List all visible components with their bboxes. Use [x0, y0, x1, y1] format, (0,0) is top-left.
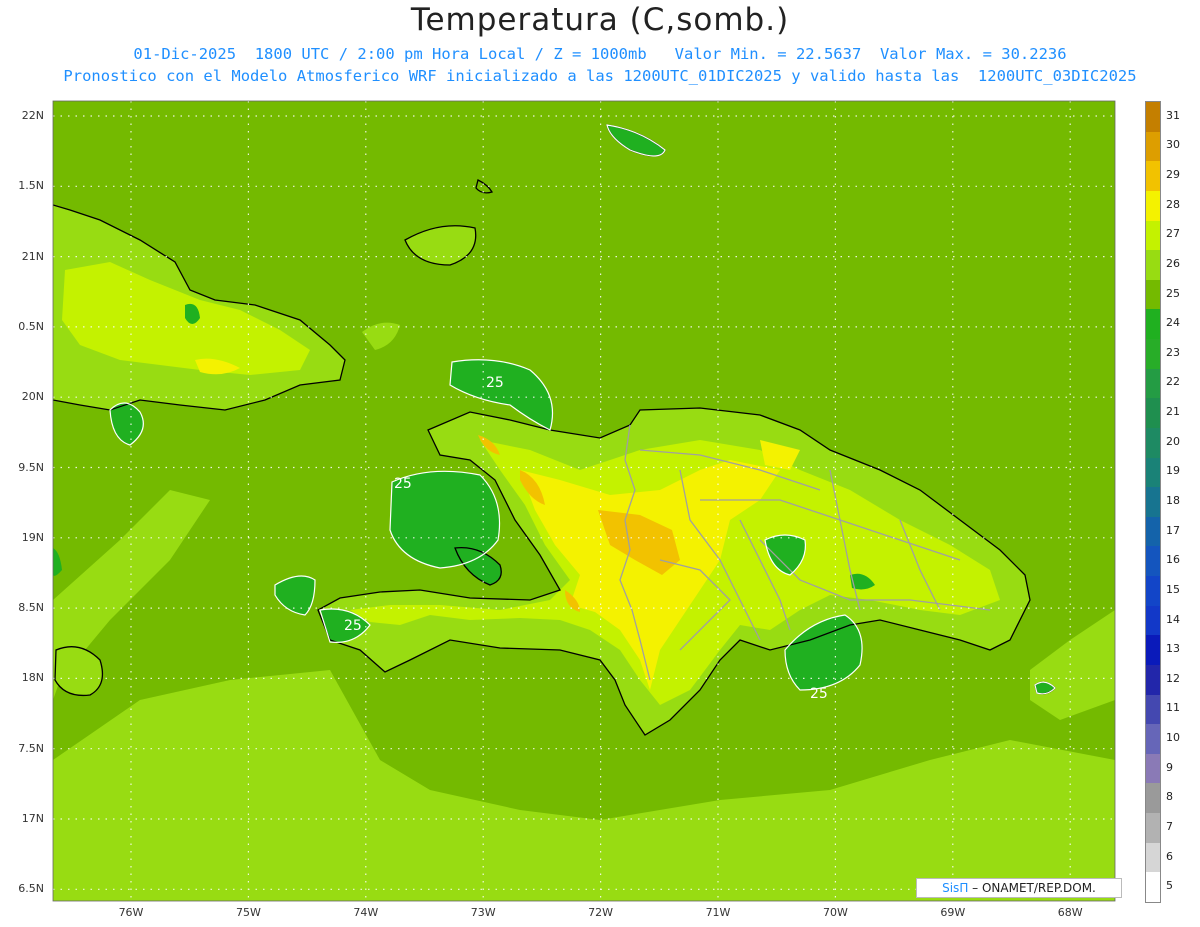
colorbar-label: 24: [1166, 316, 1180, 330]
colorbar-label: 6: [1166, 849, 1173, 863]
lon-label: 71W: [705, 906, 731, 919]
contour-label-1: 25: [486, 375, 504, 391]
lat-label: 22N: [21, 109, 44, 122]
colorbar-segment: [1146, 546, 1160, 577]
contour-label-3: 25: [344, 618, 362, 634]
colorbar-segment: [1146, 576, 1160, 607]
contour-label-4: 25: [810, 686, 828, 702]
colorbar-label: 22: [1166, 375, 1180, 389]
lon-label: 75W: [235, 906, 261, 919]
colorbar-segment: [1146, 161, 1160, 192]
credit-badge: SisΠ – ONAMET/REP.DOM.: [916, 878, 1122, 898]
colorbar-label: 29: [1166, 168, 1180, 182]
lat-label: 9.5N: [18, 460, 44, 474]
temperature-colorbar: [1145, 101, 1161, 903]
lat-label: 7.5N: [18, 741, 44, 755]
lon-label: 73W: [470, 906, 496, 919]
colorbar-label: 13: [1166, 642, 1180, 656]
colorbar-label: 8: [1166, 790, 1173, 804]
colorbar-label: 25: [1166, 286, 1180, 300]
colorbar-label: 15: [1166, 582, 1180, 596]
colorbar-segment: [1146, 131, 1160, 162]
colorbar-label: 10: [1166, 731, 1180, 745]
colorbar-segment: [1146, 753, 1160, 784]
lon-label: 69W: [940, 906, 966, 919]
colorbar-segment: [1146, 694, 1160, 725]
colorbar-label: 21: [1166, 405, 1180, 419]
colorbar-label: 20: [1166, 434, 1180, 448]
colorbar-segment: [1146, 664, 1160, 696]
colorbar-segment: [1146, 250, 1160, 281]
colorbar-segment: [1146, 842, 1160, 873]
colorbar-segment: [1146, 427, 1160, 459]
colorbar-segment: [1146, 190, 1160, 221]
credit-text: – ONAMET/REP.DOM.: [968, 881, 1096, 895]
colorbar-label: 26: [1166, 256, 1180, 270]
lat-label: 1.5N: [18, 179, 44, 193]
lon-label: 70W: [822, 906, 848, 919]
lat-label: 18N: [21, 671, 44, 685]
colorbar-label: 14: [1166, 612, 1180, 626]
colorbar-segment: [1146, 724, 1160, 755]
colorbar-segment: [1146, 487, 1160, 518]
colorbar-label: 7: [1166, 819, 1173, 833]
temperature-map: 25 25 25 25: [52, 100, 1116, 902]
contour-label-2: 25: [394, 476, 412, 492]
colorbar-label: 9: [1166, 760, 1173, 774]
map-title: Temperatura (C,somb.): [410, 2, 790, 38]
colorbar-segment: [1146, 605, 1160, 636]
colorbar-segment: [1146, 339, 1160, 370]
colorbar-segment: [1146, 102, 1160, 133]
colorbar-segment: [1146, 309, 1160, 340]
colorbar-label: 27: [1166, 227, 1180, 241]
colorbar-label: 31: [1166, 108, 1180, 122]
colorbar-label: 5: [1166, 879, 1173, 893]
lon-label: 72W: [588, 906, 614, 919]
colorbar-label: 17: [1166, 523, 1180, 537]
colorbar-segment: [1146, 635, 1160, 666]
colorbar-label: 12: [1166, 671, 1180, 685]
colorbar-label: 30: [1166, 138, 1180, 152]
colorbar-label: 11: [1166, 701, 1180, 715]
colorbar-segment: [1146, 220, 1160, 251]
lon-label: 68W: [1057, 906, 1083, 919]
credit-brand: SisΠ: [942, 881, 969, 895]
lon-label: 76W: [118, 906, 144, 919]
colorbar-label: 18: [1166, 494, 1180, 507]
colorbar-segment: [1146, 279, 1160, 310]
colorbar-segment: [1146, 516, 1160, 547]
colorbar-label: 23: [1166, 345, 1180, 359]
colorbar-label: 16: [1166, 553, 1180, 567]
lat-label: 6.5N: [18, 882, 44, 896]
lon-label: 74W: [353, 906, 379, 919]
lat-label: 21N: [21, 249, 44, 263]
colorbar-segment: [1146, 398, 1160, 429]
lat-label: 8.5N: [18, 601, 44, 615]
colorbar-segment: [1146, 813, 1160, 844]
colorbar-label: 19: [1166, 464, 1180, 478]
colorbar-segment: [1146, 457, 1160, 488]
lat-label: 17N: [21, 812, 44, 825]
subtitle-model-info: Pronostico con el Modelo Atmosferico WRF…: [63, 67, 1137, 85]
lat-label: 20N: [21, 390, 44, 404]
colorbar-segment: [1146, 872, 1160, 903]
subtitle-valid-time: 01-Dic-2025 1800 UTC / 2:00 pm Hora Loca…: [133, 45, 1067, 63]
colorbar-segment: [1146, 783, 1160, 814]
colorbar-segment: [1146, 368, 1160, 399]
colorbar-label: 28: [1166, 197, 1180, 211]
lat-label: 0.5N: [18, 319, 44, 333]
lat-label: 19N: [21, 530, 44, 544]
